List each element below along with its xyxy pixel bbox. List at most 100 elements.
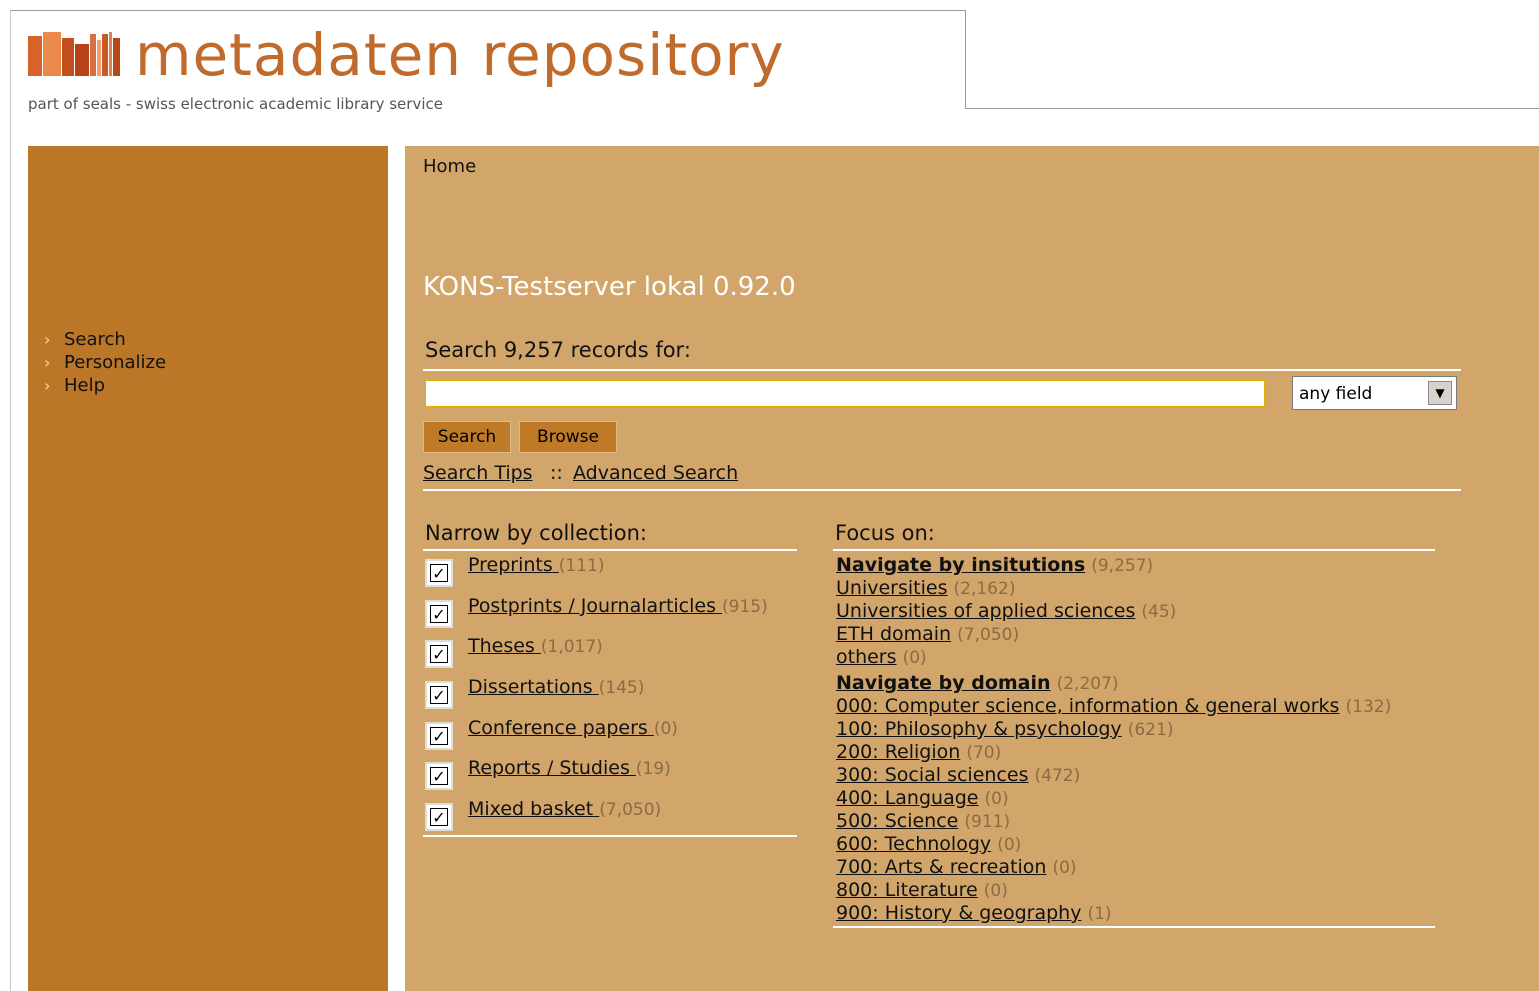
list-item: Universities (2,162) [836, 577, 1391, 600]
search-tips-link[interactable]: Search Tips [423, 462, 533, 484]
main-content: Home KONS-Testserver lokal 0.92.0 Search… [405, 146, 1539, 991]
collection-checkbox[interactable]: ✓ [425, 681, 453, 710]
list-item: 000: Computer science, information & gen… [836, 695, 1391, 718]
divider [423, 369, 1461, 371]
collection-link[interactable]: Preprints (111) [468, 554, 605, 576]
navigate-institutions-link[interactable]: Navigate by insitutions [836, 554, 1085, 576]
domain-link[interactable]: 500: Science [836, 810, 958, 832]
collection-link[interactable]: Conference papers (0) [468, 717, 678, 739]
domain-link[interactable]: 200: Religion [836, 741, 960, 763]
chevron-right-icon: › [44, 330, 51, 349]
logo-icon [28, 30, 120, 76]
check-icon: ✓ [430, 726, 448, 745]
list-item: Universities of applied sciences (45) [836, 600, 1391, 623]
site-subtitle: part of seals - swiss electronic academi… [28, 95, 443, 113]
chevron-down-icon[interactable]: ▼ [1428, 381, 1452, 405]
collection-checkbox[interactable]: ✓ [425, 559, 453, 587]
focus-list: Navigate by insitutions (9,257) Universi… [836, 554, 1391, 925]
collection-label: Mixed basket [468, 798, 594, 821]
check-icon: ✓ [430, 686, 448, 705]
domain-count: (621) [1127, 720, 1174, 740]
domain-link[interactable]: 300: Social sciences [836, 764, 1028, 786]
collection-label: Conference papers [468, 716, 648, 739]
search-button[interactable]: Search [423, 421, 511, 453]
domain-link[interactable]: 400: Language [836, 787, 978, 809]
sidebar-item-search[interactable]: › Search [44, 328, 166, 351]
collection-count: (19) [635, 759, 671, 780]
collection-label: Postprints / Journalarticles [468, 594, 716, 617]
list-item: 800: Literature (0) [836, 879, 1391, 902]
collection-link[interactable]: Dissertations (145) [468, 676, 644, 698]
domain-link[interactable]: 800: Literature [836, 879, 978, 901]
browse-button[interactable]: Browse [519, 421, 617, 453]
domain-count: (0) [997, 835, 1022, 855]
domain-link[interactable]: 100: Philosophy & psychology [836, 718, 1122, 740]
field-select-value: any field [1299, 384, 1373, 404]
advanced-search-link[interactable]: Advanced Search [573, 462, 738, 484]
collection-label: Dissertations [468, 676, 593, 699]
collection-checkbox[interactable]: ✓ [425, 721, 453, 750]
domain-count: (911) [964, 812, 1011, 832]
domains-count: (2,207) [1056, 674, 1119, 694]
page-title: KONS-Testserver lokal 0.92.0 [423, 272, 796, 302]
search-label: Search 9,257 records for: [425, 338, 691, 362]
sidebar-item-label: Search [64, 329, 126, 350]
list-item: 600: Technology (0) [836, 833, 1391, 856]
domain-link[interactable]: 600: Technology [836, 833, 991, 855]
divider [833, 926, 1435, 928]
navigate-domain-link[interactable]: Navigate by domain [836, 672, 1051, 694]
collection-checkbox[interactable]: ✓ [425, 803, 453, 832]
list-item: 500: Science (911) [836, 810, 1391, 833]
list-item: 100: Philosophy & psychology (621) [836, 718, 1391, 741]
list-item: 200: Religion (70) [836, 741, 1391, 764]
domain-count: (0) [1052, 858, 1077, 878]
list-item: 900: History & geography (1) [836, 902, 1391, 925]
collection-count: (0) [653, 718, 678, 739]
domain-count: (70) [966, 743, 1002, 763]
sidebar-nav: › Search › Personalize › Help [44, 328, 166, 397]
list-item: Navigate by insitutions (9,257) [836, 554, 1391, 577]
sidebar-item-help[interactable]: › Help [44, 374, 166, 397]
divider [423, 549, 797, 551]
divider [423, 489, 1461, 491]
domain-link[interactable]: 900: History & geography [836, 902, 1081, 924]
domain-count: (132) [1345, 697, 1392, 717]
collection-count: (7,050) [599, 800, 662, 821]
collection-count: (1,017) [540, 637, 603, 658]
institution-link[interactable]: Universities [836, 577, 947, 599]
collection-checkbox[interactable]: ✓ [425, 640, 453, 669]
search-input[interactable] [425, 380, 1265, 407]
institutions-count: (9,257) [1091, 556, 1154, 576]
check-icon: ✓ [430, 645, 448, 664]
collection-checkbox[interactable]: ✓ [425, 762, 453, 791]
list-item: 700: Arts & recreation (0) [836, 856, 1391, 879]
institution-link[interactable]: Universities of applied sciences [836, 600, 1135, 622]
collection-link[interactable]: Postprints / Journalarticles (915) [468, 595, 768, 617]
divider [423, 835, 797, 837]
collection-link[interactable]: Reports / Studies (19) [468, 757, 671, 779]
collection-label: Reports / Studies [468, 757, 630, 780]
institution-link[interactable]: others [836, 646, 897, 668]
collection-checkbox[interactable]: ✓ [425, 599, 453, 628]
sidebar-item-personalize[interactable]: › Personalize [44, 351, 166, 374]
chevron-right-icon: › [44, 376, 51, 395]
institution-link[interactable]: ETH domain [836, 623, 951, 645]
domain-count: (0) [983, 881, 1008, 901]
collection-count: (111) [558, 556, 605, 576]
collection-count: (915) [722, 596, 768, 617]
field-select[interactable]: any field ▼ [1292, 376, 1457, 410]
domain-link[interactable]: 000: Computer science, information & gen… [836, 695, 1339, 717]
list-item: 300: Social sciences (472) [836, 764, 1391, 787]
sidebar: › Search › Personalize › Help [28, 146, 388, 991]
check-icon: ✓ [430, 604, 448, 623]
domain-link[interactable]: 700: Arts & recreation [836, 856, 1046, 878]
breadcrumb[interactable]: Home [423, 156, 476, 177]
focus-heading: Focus on: [835, 521, 935, 545]
chevron-right-icon: › [44, 353, 51, 372]
list-item: Navigate by domain (2,207) [836, 672, 1391, 695]
check-icon: ✓ [430, 767, 448, 786]
domain-count: (472) [1034, 766, 1081, 786]
list-item: 400: Language (0) [836, 787, 1391, 810]
collection-link[interactable]: Theses (1,017) [468, 635, 603, 657]
collection-link[interactable]: Mixed basket (7,050) [468, 798, 661, 820]
